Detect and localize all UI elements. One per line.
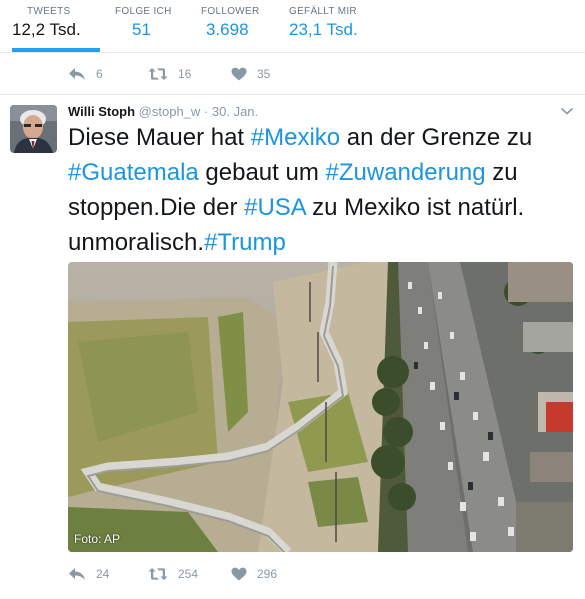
stat-followers[interactable]: FOLLOWER 3.698: [201, 0, 281, 52]
author-handle[interactable]: @stoph_w: [139, 104, 201, 119]
reply-count: 6: [96, 67, 103, 81]
author-name[interactable]: Willi Stoph: [68, 104, 135, 119]
reply-button[interactable]: 24: [68, 564, 109, 584]
stat-value: 23,1 Tsd.: [289, 20, 358, 39]
stat-value: 3.698: [206, 20, 249, 39]
stat-label: FOLLOWER: [201, 6, 260, 17]
avatar[interactable]: [10, 105, 57, 153]
retweet-count: 254: [178, 567, 199, 581]
hashtag-link[interactable]: #Guatemala: [68, 159, 199, 186]
hashtag-link[interactable]: #USA: [244, 194, 305, 221]
border-wall-aerial-photo: [68, 262, 573, 552]
tweet-text-part: an der Grenze zu: [340, 124, 533, 151]
stat-following[interactable]: FOLGE ICH 51: [115, 0, 185, 52]
retweet-button[interactable]: 16: [148, 64, 191, 84]
tweet-actions: 24 254 296: [68, 564, 368, 584]
retweet-button[interactable]: 254: [148, 564, 198, 584]
retweet-count: 16: [178, 67, 192, 81]
reply-icon: [68, 67, 86, 81]
tweet-menu-button[interactable]: [560, 104, 574, 118]
hashtag-link[interactable]: #Zuwanderung: [326, 159, 486, 186]
stat-label: GEFÄLLT MIR: [289, 6, 357, 17]
reply-icon: [68, 567, 86, 581]
stat-label: FOLGE ICH: [115, 6, 172, 17]
stat-likes[interactable]: GEFÄLLT MIR 23,1 Tsd.: [289, 0, 379, 52]
retweet-icon: [148, 567, 168, 581]
stat-label: TWEETS: [27, 6, 71, 17]
like-count: 296: [257, 567, 278, 581]
hashtag-link[interactable]: #Trump: [204, 229, 286, 256]
tweet-text-part: Diese Mauer hat: [68, 124, 251, 151]
stat-tweets[interactable]: TWEETS 12,2 Tsd.: [12, 0, 100, 52]
hashtag-link[interactable]: #Mexiko: [251, 124, 340, 151]
tweet-date[interactable]: 30. Jan.: [212, 104, 258, 119]
photo-caption: Foto: AP: [74, 532, 121, 546]
tweet-text: Diese Mauer hat #Mexiko an der Grenze zu…: [68, 120, 578, 260]
stat-value: 12,2 Tsd.: [12, 20, 81, 39]
like-count: 35: [257, 67, 271, 81]
profile-stats-bar: TWEETS 12,2 Tsd. FOLGE ICH 51 FOLLOWER 3…: [0, 0, 585, 53]
reply-button[interactable]: 6: [68, 64, 103, 84]
tweet-photo[interactable]: Foto: AP: [68, 262, 573, 552]
stat-value: 51: [132, 20, 151, 39]
reply-count: 24: [96, 567, 110, 581]
active-tab-indicator: [12, 48, 100, 52]
previous-tweet-actions: 6 16 35: [68, 64, 368, 84]
tweet-header: Willi Stoph @stoph_w · 30. Jan.: [68, 104, 258, 119]
tweet-text-part: gebaut um: [198, 159, 326, 186]
heart-icon: [231, 67, 247, 81]
heart-icon: [231, 567, 247, 581]
retweet-icon: [148, 67, 168, 81]
like-button[interactable]: 296: [231, 564, 277, 584]
tweet-divider: [0, 94, 585, 95]
header-separator: ·: [203, 104, 209, 119]
like-button[interactable]: 35: [231, 64, 270, 84]
